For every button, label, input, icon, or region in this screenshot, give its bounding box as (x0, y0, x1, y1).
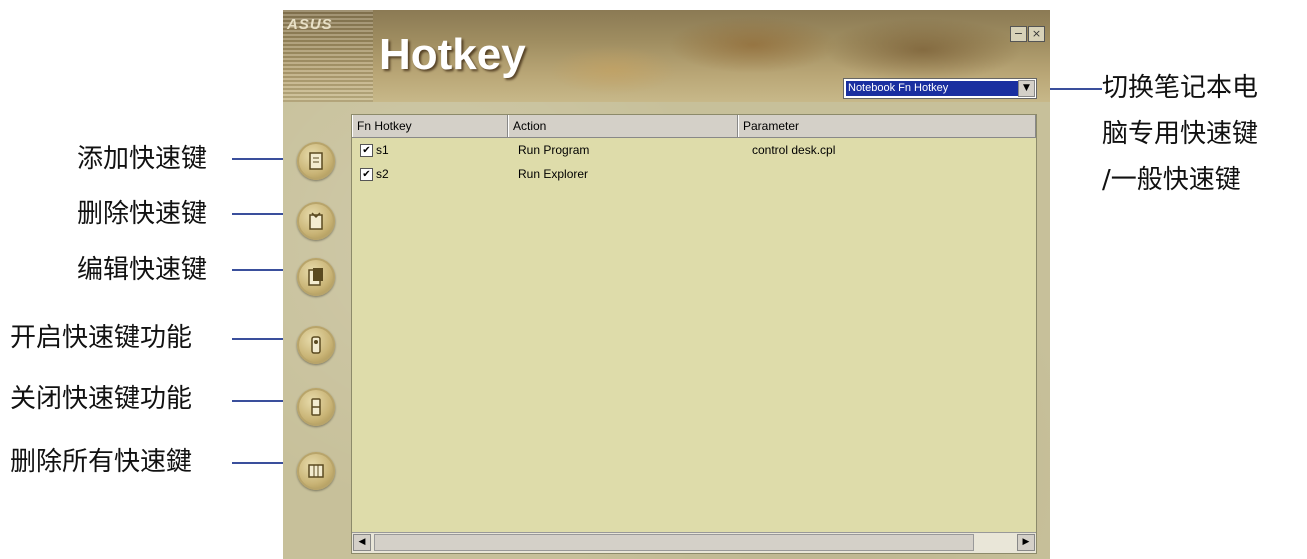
window-body: Fn Hotkey Action Parameter ✔ s1 Run Prog… (283, 102, 1050, 559)
cell-action: Run Explorer (518, 167, 589, 181)
delete-all-hotkeys-button[interactable] (297, 452, 335, 490)
annotation-switch-mode-line3: /一般快速键 (1102, 165, 1241, 195)
row-checkbox[interactable]: ✔ (360, 168, 373, 181)
column-header-action[interactable]: Action (508, 115, 738, 137)
cell-hotkey: s2 (376, 167, 389, 181)
edit-icon (308, 268, 323, 286)
title-bar[interactable]: ASUS Hotkey − × Notebook Fn Hotkey ▼ (283, 10, 1050, 102)
annotation-switch-mode-line2: 脑专用快速键 (1102, 119, 1259, 149)
add-hotkey-button[interactable] (297, 142, 335, 180)
scroll-thumb[interactable] (374, 534, 974, 551)
add-icon (309, 152, 323, 170)
annotation-switch-mode-line1: 切换笔记本电 (1102, 73, 1259, 103)
hotkey-window: ASUS Hotkey − × Notebook Fn Hotkey ▼ Fn … (283, 10, 1050, 559)
annotation-add-hotkey: 添加快速键 (77, 144, 208, 174)
annotation-edit-hotkey: 编辑快速键 (77, 255, 208, 285)
disable-icon (311, 398, 321, 416)
annotation-delete-hotkey: 删除快速键 (77, 199, 208, 229)
delete-hotkey-button[interactable] (297, 202, 335, 240)
edit-hotkey-button[interactable] (297, 258, 335, 296)
close-button[interactable]: × (1028, 26, 1045, 42)
table-row[interactable]: ✔ s1 Run Program control desk.cpl (352, 139, 1036, 163)
annotation-enable-hotkey: 开启快速键功能 (10, 323, 193, 353)
cell-hotkey: s1 (376, 143, 389, 157)
enable-hotkey-button[interactable] (297, 326, 335, 364)
hotkey-mode-value: Notebook Fn Hotkey (846, 81, 1018, 96)
scroll-left-icon[interactable]: ◀ (353, 534, 371, 551)
enable-icon (311, 336, 321, 354)
column-header-fn-hotkey[interactable]: Fn Hotkey (352, 115, 508, 137)
cell-parameter: control desk.cpl (752, 143, 836, 157)
row-checkbox[interactable]: ✔ (360, 144, 373, 157)
brand-logo: ASUS (287, 16, 333, 33)
minimize-button[interactable]: − (1010, 26, 1027, 42)
delete-all-icon (308, 464, 324, 478)
table-row[interactable]: ✔ s2 Run Explorer (352, 163, 1036, 187)
hotkey-list[interactable]: Fn Hotkey Action Parameter ✔ s1 Run Prog… (351, 114, 1037, 554)
chevron-down-icon[interactable]: ▼ (1018, 80, 1035, 97)
cell-action: Run Program (518, 143, 590, 157)
column-header-parameter[interactable]: Parameter (738, 115, 1036, 137)
hotkey-mode-select[interactable]: Notebook Fn Hotkey ▼ (843, 78, 1037, 99)
disable-hotkey-button[interactable] (297, 388, 335, 426)
annotation-disable-hotkey: 关闭快速键功能 (10, 384, 193, 414)
list-header: Fn Hotkey Action Parameter (352, 115, 1036, 138)
scroll-right-icon[interactable]: ▶ (1017, 534, 1035, 551)
app-title: Hotkey (379, 30, 526, 79)
delete-icon (309, 212, 323, 230)
horizontal-scrollbar[interactable]: ◀ ▶ (352, 532, 1036, 553)
annotation-delete-all-hotkeys: 删除所有快速鍵 (10, 447, 193, 477)
